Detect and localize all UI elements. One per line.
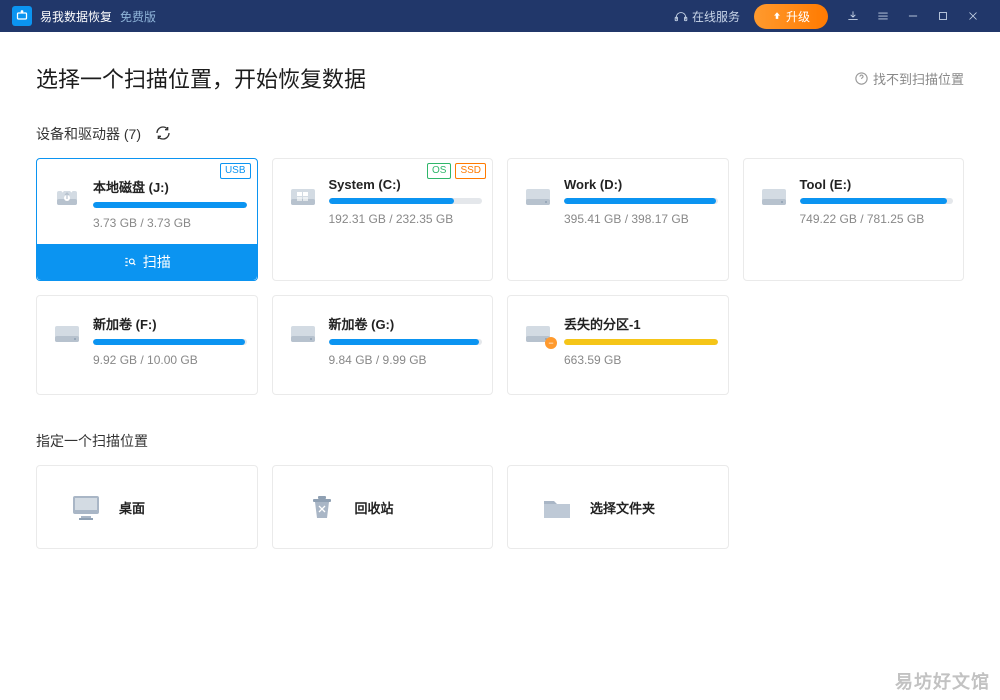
- drive-card[interactable]: 新加卷 (F:) 9.92 GB / 10.00 GB: [36, 295, 258, 395]
- main-content: 选择一个扫描位置，开始恢复数据 找不到扫描位置 设备和驱动器 (7) USB本地…: [0, 32, 1000, 569]
- recycle-icon: [305, 492, 339, 522]
- drive-card[interactable]: 新加卷 (G:) 9.84 GB / 9.99 GB: [272, 295, 494, 395]
- drive-name: Work (D:): [564, 177, 718, 192]
- menu-icon[interactable]: [868, 0, 898, 32]
- drive-card[interactable]: OSSSDSystem (C:) 192.31 GB / 232.35 GB: [272, 158, 494, 281]
- minimize-icon[interactable]: [898, 0, 928, 32]
- app-logo-icon: [12, 6, 32, 26]
- watermark: 易坊好文馆: [895, 668, 990, 694]
- drive-size: 9.84 GB / 9.99 GB: [329, 353, 483, 367]
- online-service-link[interactable]: 在线服务: [674, 8, 740, 25]
- drive-name: 本地磁盘 (J:): [93, 177, 247, 196]
- close-icon[interactable]: [958, 0, 988, 32]
- drive-badges: USB: [220, 163, 251, 179]
- upgrade-label: 升级: [786, 8, 810, 25]
- drive-size: 9.92 GB / 10.00 GB: [93, 353, 247, 367]
- badge-usb: USB: [220, 163, 251, 179]
- download-icon[interactable]: [838, 0, 868, 32]
- drive-name: 新加卷 (F:): [93, 314, 247, 333]
- capacity-bar: [93, 202, 247, 208]
- online-service-label: 在线服务: [692, 8, 740, 25]
- capacity-bar: [800, 198, 954, 204]
- specify-heading: 指定一个扫描位置: [36, 431, 964, 451]
- edition-label: 免费版: [120, 8, 156, 25]
- capacity-bar: [564, 339, 718, 345]
- badge-ssd: SSD: [455, 163, 486, 179]
- specify-label: 选择文件夹: [590, 498, 655, 517]
- drive-size: 3.73 GB / 3.73 GB: [93, 216, 247, 230]
- page-title: 选择一个扫描位置，开始恢复数据: [36, 62, 366, 94]
- maximize-icon[interactable]: [928, 0, 958, 32]
- drive-name: Tool (E:): [800, 177, 954, 192]
- drive-grid: USB本地磁盘 (J:) 3.73 GB / 3.73 GB 扫描 OSSSDSyst…: [36, 158, 964, 395]
- drive-name: System (C:): [329, 177, 483, 192]
- capacity-bar: [329, 198, 483, 204]
- drive-name: 新加卷 (G:): [329, 314, 483, 333]
- drive-card[interactable]: −丢失的分区-1663.59 GB: [507, 295, 729, 395]
- drive-size: 395.41 GB / 398.17 GB: [564, 212, 718, 226]
- drive-size: 192.31 GB / 232.35 GB: [329, 212, 483, 226]
- drive-card[interactable]: Tool (E:) 749.22 GB / 781.25 GB: [743, 158, 965, 281]
- devices-section-head: 设备和驱动器 (7): [36, 124, 964, 144]
- specify-label: 回收站: [355, 498, 394, 517]
- help-link[interactable]: 找不到扫描位置: [854, 69, 964, 88]
- page-title-row: 选择一个扫描位置，开始恢复数据 找不到扫描位置: [36, 62, 964, 94]
- devices-heading: 设备和驱动器 (7): [36, 124, 141, 144]
- refresh-button[interactable]: [155, 125, 171, 144]
- folder-icon: [540, 492, 574, 522]
- specify-card-desktop[interactable]: 桌面: [36, 465, 258, 549]
- specify-label: 桌面: [119, 498, 145, 517]
- specify-card-recycle[interactable]: 回收站: [272, 465, 494, 549]
- capacity-bar: [93, 339, 247, 345]
- capacity-bar: [564, 198, 718, 204]
- upgrade-button[interactable]: 升级: [754, 4, 828, 29]
- drive-size: 663.59 GB: [564, 353, 718, 367]
- capacity-bar: [329, 339, 483, 345]
- drive-size: 749.22 GB / 781.25 GB: [800, 212, 954, 226]
- help-link-text: 找不到扫描位置: [873, 69, 964, 88]
- drive-card[interactable]: Work (D:) 395.41 GB / 398.17 GB: [507, 158, 729, 281]
- specify-grid: 桌面 回收站 选择文件夹: [36, 465, 964, 549]
- app-title: 易我数据恢复: [40, 8, 112, 25]
- desktop-icon: [69, 492, 103, 522]
- specify-card-folder[interactable]: 选择文件夹: [507, 465, 729, 549]
- badge-os: OS: [427, 163, 451, 179]
- drive-name: 丢失的分区-1: [564, 314, 718, 333]
- drive-card[interactable]: USB本地磁盘 (J:) 3.73 GB / 3.73 GB 扫描: [36, 158, 258, 281]
- drive-badges: OSSSD: [427, 163, 486, 179]
- titlebar: 易我数据恢复 免费版 在线服务 升级: [0, 0, 1000, 32]
- scan-button[interactable]: 扫描: [37, 244, 257, 280]
